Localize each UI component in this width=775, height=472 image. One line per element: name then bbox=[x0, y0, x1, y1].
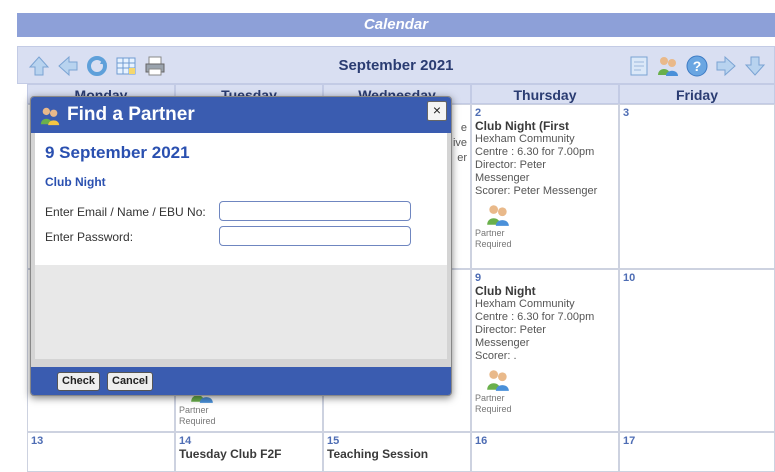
partial-text: er bbox=[457, 152, 467, 164]
day-number: 13 bbox=[31, 435, 44, 447]
day-cell-tuesday-14[interactable]: 14 Tuesday Club F2F bbox=[175, 432, 323, 472]
event-line: Director: Peter bbox=[475, 324, 546, 336]
email-label: Enter Email / Name / EBU No: bbox=[45, 205, 206, 219]
dialog-title: Find a Partner bbox=[67, 104, 195, 125]
refresh-icon[interactable] bbox=[84, 53, 110, 79]
day-number: 9 bbox=[475, 272, 482, 284]
day-cell-thursday-9[interactable]: 9 Club Night Hexham Community Centre : 6… bbox=[471, 269, 619, 432]
day-number: 15 bbox=[327, 435, 340, 447]
find-partner-dialog: Find a Partner × 9 September 2021 Club N… bbox=[30, 96, 452, 396]
day-header-thursday: Thursday bbox=[471, 84, 619, 104]
partner-required-button[interactable]: Partner Required bbox=[475, 367, 615, 415]
check-button[interactable]: Check bbox=[57, 372, 101, 391]
left-arrow-icon[interactable] bbox=[55, 53, 81, 79]
password-field[interactable] bbox=[219, 226, 411, 246]
right-arrow-icon[interactable] bbox=[713, 53, 739, 79]
day-number: 10 bbox=[623, 272, 636, 284]
up-arrow-icon[interactable] bbox=[26, 53, 52, 79]
svg-text:?: ? bbox=[693, 58, 702, 74]
partner-label: Partner bbox=[475, 393, 505, 403]
dialog-header[interactable]: Find a Partner × bbox=[31, 97, 451, 133]
calendar-grid-icon[interactable] bbox=[113, 53, 139, 79]
calendar-toolbar: September 2021 ? bbox=[17, 46, 775, 84]
password-label: Enter Password: bbox=[45, 230, 134, 244]
event-line: Messenger bbox=[475, 337, 530, 349]
event-title[interactable]: Tuesday Club F2F bbox=[179, 447, 319, 461]
day-cell-friday-10[interactable]: 10 bbox=[619, 269, 775, 432]
event-line: Centre : 6.30 for 7.00pm bbox=[475, 146, 595, 158]
partner-icon bbox=[40, 107, 60, 126]
day-cell-monday-13[interactable]: 13 bbox=[27, 432, 175, 472]
partner-label: Partner bbox=[179, 405, 209, 415]
partial-text: e bbox=[460, 122, 467, 134]
email-field[interactable] bbox=[219, 201, 411, 221]
help-icon[interactable]: ? bbox=[684, 53, 710, 79]
users-icon[interactable] bbox=[655, 53, 681, 79]
notepad-icon[interactable] bbox=[626, 53, 652, 79]
dialog-date: 9 September 2021 bbox=[45, 143, 190, 162]
day-cell-wednesday-15[interactable]: 15 Teaching Session bbox=[323, 432, 471, 472]
day-cell-thursday-2[interactable]: 2 Club Night (First Hexham Community Cen… bbox=[471, 104, 619, 269]
day-cell-friday-17[interactable]: 17 bbox=[619, 432, 775, 472]
close-button[interactable]: × bbox=[427, 101, 447, 121]
event-title[interactable]: Club Night (First bbox=[475, 119, 615, 133]
day-number: 16 bbox=[475, 435, 488, 447]
partner-label: Required bbox=[179, 416, 216, 426]
event-line: Scorer: Peter Messenger bbox=[475, 185, 598, 197]
day-number: 14 bbox=[179, 435, 192, 447]
printer-icon[interactable] bbox=[142, 53, 168, 79]
dialog-event: Club Night bbox=[45, 175, 106, 189]
partial-text: ive bbox=[452, 137, 467, 149]
event-title[interactable]: Club Night bbox=[475, 284, 615, 298]
day-header-friday: Friday bbox=[619, 84, 775, 104]
event-line: Hexham Community bbox=[475, 133, 575, 145]
event-line: Hexham Community bbox=[475, 298, 575, 310]
cancel-button[interactable]: Cancel bbox=[107, 372, 154, 391]
calendar-title: Calendar bbox=[17, 13, 775, 37]
dialog-result-area bbox=[35, 265, 447, 359]
event-line: Centre : 6.30 for 7.00pm bbox=[475, 311, 595, 323]
partner-label: Partner bbox=[475, 228, 505, 238]
day-number: 17 bbox=[623, 435, 636, 447]
event-line: Messenger bbox=[475, 172, 530, 184]
partner-required-button[interactable]: Partner Required bbox=[475, 202, 615, 250]
partner-label: Required bbox=[475, 404, 512, 414]
partner-label: Required bbox=[475, 239, 512, 249]
dialog-footer: Check Cancel bbox=[31, 367, 451, 395]
event-title[interactable]: Teaching Session bbox=[327, 447, 467, 461]
event-line: Scorer: . bbox=[475, 350, 517, 362]
day-number: 3 bbox=[623, 107, 630, 119]
event-line: Director: Peter bbox=[475, 159, 546, 171]
partner-icon bbox=[487, 370, 509, 391]
down-arrow-icon[interactable] bbox=[742, 53, 768, 79]
day-cell-friday-3[interactable]: 3 bbox=[619, 104, 775, 269]
day-cell-thursday-16[interactable]: 16 bbox=[471, 432, 619, 472]
day-number: 2 bbox=[475, 107, 482, 119]
partner-icon bbox=[487, 205, 509, 226]
